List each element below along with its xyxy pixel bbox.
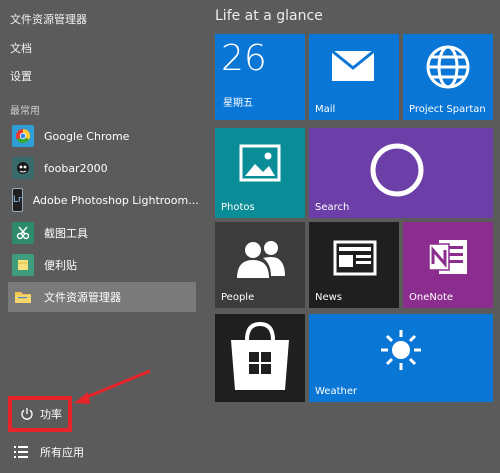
start-menu: 文件资源管理器 文档 设置 最常用 Google Chrome foobar20… [0,0,500,473]
tile-label: People [221,292,255,303]
tile-label: OneNote [409,292,454,303]
group-title: Life at a glance [215,8,323,24]
mail-icon [331,50,375,81]
tile-label: Weather [315,386,358,397]
calendar-day: 26 [221,38,267,79]
tile-project-spartan[interactable]: Project Spartan [403,34,493,120]
tile-store[interactable] [215,314,305,402]
tile-label: Project Spartan [409,104,486,115]
tile-people[interactable]: People [215,222,305,308]
tile-label: Photos [221,202,255,213]
onenote-icon [428,240,467,274]
tile-mail[interactable]: Mail [309,34,399,120]
tile-weather[interactable]: Weather [309,314,493,402]
people-icon [237,241,285,278]
cortana-icon [370,143,424,197]
tile-news[interactable]: News [309,222,399,308]
tile-label: Mail [315,104,336,115]
globe-icon [426,45,470,89]
tile-label: News [315,292,343,303]
tile-photos[interactable]: Photos [215,128,305,218]
store-bag-icon [231,321,289,390]
photo-icon [239,144,281,182]
tile-search[interactable]: Search [309,128,493,218]
news-icon [333,240,377,276]
tile-calendar[interactable]: 26 星期五 [215,34,305,120]
tile-label: Search [315,202,350,213]
sun-icon [381,330,421,370]
calendar-weekday: 星期五 [223,98,253,109]
tile-onenote[interactable]: OneNote [403,222,493,308]
